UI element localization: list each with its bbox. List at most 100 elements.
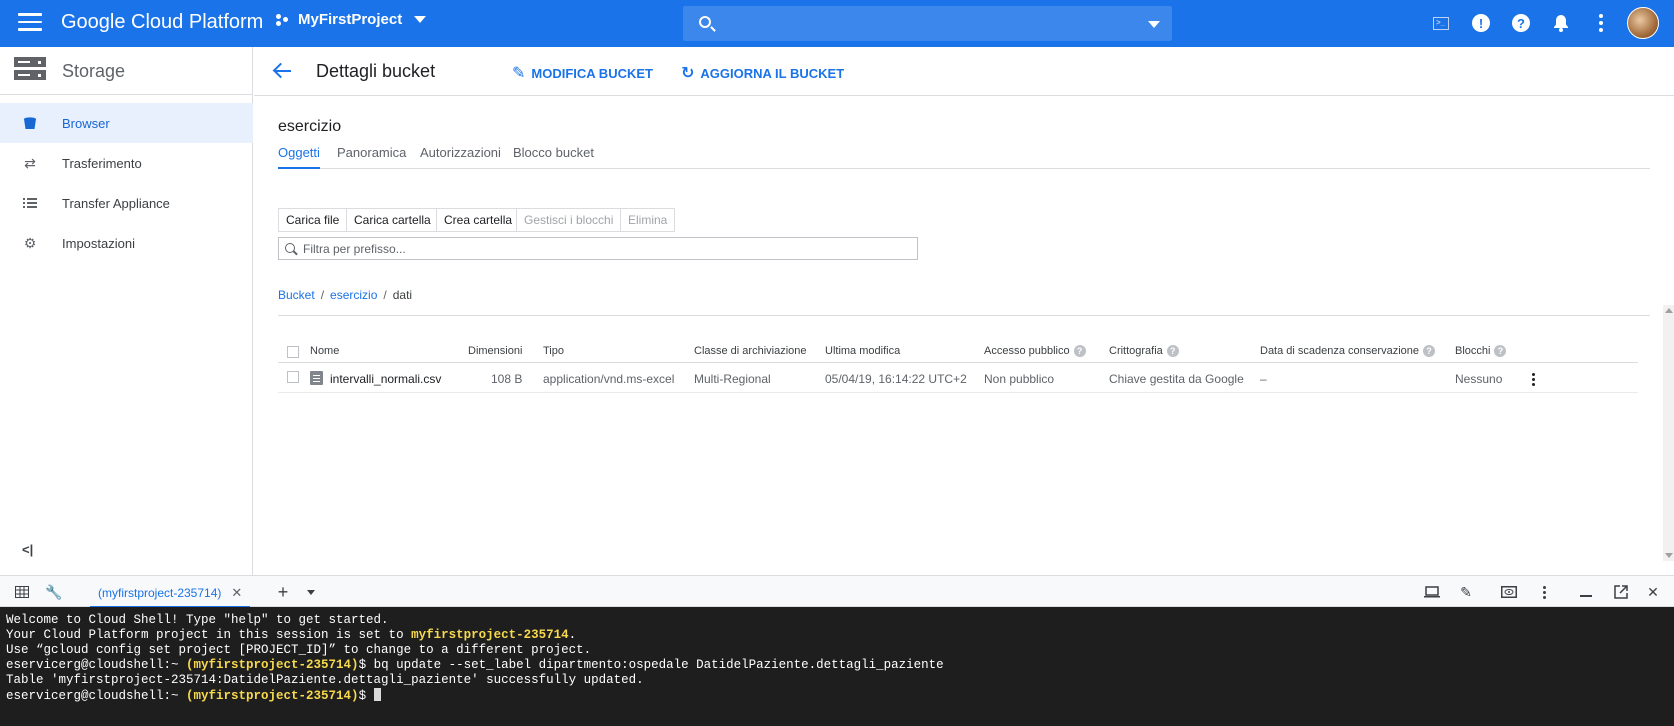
- terminal[interactable]: Welcome to Cloud Shell! Type "help" to g…: [0, 607, 1674, 726]
- tab-blocco-bucket[interactable]: Blocco bucket: [513, 139, 594, 169]
- vertical-scrollbar[interactable]: [1663, 305, 1674, 561]
- project-hub-icon: [276, 13, 290, 27]
- back-arrow-icon[interactable]: [272, 61, 294, 81]
- delete-button[interactable]: Elimina: [620, 208, 676, 232]
- cell-encryption: Chiave gestita da Google: [1109, 372, 1244, 386]
- edit-icon[interactable]: ✎: [1457, 583, 1475, 601]
- edit-bucket-label: MODIFICA BUCKET: [531, 65, 653, 81]
- terminal-cursor: [373, 688, 381, 701]
- avatar[interactable]: [1627, 7, 1659, 39]
- help-icon[interactable]: ?: [1510, 12, 1532, 34]
- close-icon[interactable]: ✕: [231, 585, 242, 601]
- upload-file-button[interactable]: Carica file: [278, 208, 348, 232]
- terminal-prompt-project: (myfirstproject-235714): [186, 658, 359, 672]
- row-more-icon[interactable]: [1532, 373, 1535, 386]
- laptop-icon[interactable]: [1423, 583, 1441, 601]
- row-checkbox[interactable]: [287, 371, 299, 383]
- select-all-checkbox[interactable]: [287, 346, 299, 358]
- edit-bucket-button[interactable]: ✎ MODIFICA BUCKET: [512, 63, 653, 83]
- web-preview-icon[interactable]: [1500, 583, 1518, 601]
- terminal-prompt-project: (myfirstproject-235714): [186, 689, 359, 703]
- breadcrumb-esercizio[interactable]: esercizio: [330, 288, 377, 302]
- close-shell-icon[interactable]: ✕: [1644, 583, 1662, 601]
- manage-locks-button[interactable]: Gestisci i blocchi: [516, 208, 622, 232]
- feedback-icon[interactable]: !: [1470, 12, 1492, 34]
- terminal-command: bq update --set_label dipartmento:ospeda…: [373, 658, 944, 672]
- swap-icon: ⇄: [24, 154, 36, 171]
- col-type[interactable]: Tipo: [543, 345, 564, 357]
- prefix-filter-input[interactable]: [303, 240, 903, 257]
- cell-size: 108 B: [491, 372, 523, 386]
- shell-tab-label: (myfirstproject-235714): [98, 586, 222, 600]
- chevron-down-icon[interactable]: [302, 583, 320, 601]
- list-icon: [22, 195, 38, 211]
- add-tab-icon[interactable]: +: [274, 582, 292, 602]
- breadcrumb-dati: dati: [392, 288, 413, 302]
- cell-name[interactable]: intervalli_normali.csv: [330, 372, 441, 386]
- more-vert-icon[interactable]: [1535, 583, 1553, 601]
- notifications-bell-icon[interactable]: [1550, 12, 1572, 34]
- scroll-down-icon[interactable]: [1665, 553, 1673, 558]
- open-new-window-icon[interactable]: [1612, 583, 1630, 601]
- cloud-shell-icon[interactable]: >_: [1430, 12, 1452, 34]
- terminal-line: Table 'myfirstproject-235714:DatidelPazi…: [6, 673, 644, 687]
- help-icon[interactable]: ?: [1494, 345, 1507, 357]
- shell-session-tab[interactable]: (myfirstproject-235714) ✕: [90, 580, 251, 608]
- sidebar-item-impostazioni[interactable]: ⚙ Impostazioni: [0, 223, 253, 263]
- col-encryption[interactable]: Crittografia?: [1109, 345, 1179, 357]
- project-selector[interactable]: MyFirstProject: [276, 11, 427, 28]
- breadcrumb-separator: /: [383, 288, 387, 302]
- help-icon[interactable]: ?: [1166, 345, 1179, 357]
- col-modified[interactable]: Ultima modifica: [825, 345, 900, 357]
- search-dropdown-icon[interactable]: [1148, 21, 1160, 28]
- col-size[interactable]: Dimensioni: [468, 345, 522, 357]
- col-public-access[interactable]: Accesso pubblico?: [984, 345, 1086, 357]
- pencil-icon: ✎: [512, 65, 526, 82]
- page-title: Dettagli bucket: [316, 61, 436, 81]
- wrench-icon[interactable]: 🔧: [45, 583, 63, 601]
- col-storage-class[interactable]: Classe di archiviazione: [694, 345, 807, 357]
- tab-oggetti[interactable]: Oggetti: [278, 139, 320, 169]
- sidebar: Storage Browser ⇄ Trasferimento Transfer…: [0, 47, 253, 575]
- sidebar-title: Storage: [62, 61, 126, 81]
- hamburger-menu-icon[interactable]: [18, 13, 42, 33]
- sidebar-item-browser[interactable]: Browser: [0, 103, 253, 143]
- sidebar-item-transfer-appliance[interactable]: Transfer Appliance: [0, 183, 253, 223]
- cloud-shell-toolbar: 🔧 (myfirstproject-235714) ✕ + ✎ ✕: [0, 575, 1674, 608]
- tab-autorizzazioni[interactable]: Autorizzazioni: [420, 139, 501, 169]
- col-holds[interactable]: Blocchi?: [1455, 345, 1507, 357]
- sidebar-item-trasferimento[interactable]: ⇄ Trasferimento: [0, 143, 253, 183]
- more-vert-icon[interactable]: [1590, 12, 1612, 34]
- terminal-line: Your Cloud Platform project in this sess…: [6, 628, 412, 642]
- scroll-up-icon[interactable]: [1665, 308, 1673, 313]
- breadcrumb: Bucket / esercizio / dati: [278, 288, 412, 302]
- cell-holds: Nessuno: [1455, 372, 1503, 386]
- help-icon[interactable]: ?: [1073, 345, 1086, 357]
- tab-panoramica[interactable]: Panoramica: [337, 139, 406, 169]
- table-row[interactable]: intervalli_normali.csv 108 B application…: [278, 364, 1638, 393]
- terminal-prompt-end: $: [358, 689, 374, 703]
- refresh-bucket-button[interactable]: ↻ AGGIORNA IL BUCKET: [681, 63, 844, 83]
- col-name[interactable]: Nome: [310, 345, 339, 357]
- col-retention[interactable]: Data di scadenza conservazione?: [1260, 345, 1435, 357]
- cell-modified: 05/04/19, 16:14:22 UTC+2: [825, 372, 967, 386]
- chevron-down-icon: [414, 16, 427, 23]
- breadcrumb-bucket[interactable]: Bucket: [278, 288, 315, 302]
- breadcrumb-separator: /: [320, 288, 325, 302]
- brand-title[interactable]: Google Cloud Platform: [61, 11, 263, 34]
- terminal-line: Welcome to Cloud Shell! Type "help" to g…: [6, 613, 389, 627]
- bucket-name: esercizio: [278, 118, 342, 135]
- keyboard-icon[interactable]: [13, 583, 31, 601]
- cell-public-access: Non pubblico: [984, 372, 1055, 386]
- collapse-sidebar-button[interactable]: <|: [22, 542, 33, 557]
- upload-folder-button[interactable]: Carica cartella: [346, 208, 439, 232]
- cell-type: application/vnd.ms-excel: [543, 372, 675, 386]
- search-input[interactable]: [683, 6, 1172, 41]
- page-header: Dettagli bucket ✎ MODIFICA BUCKET ↻ AGGI…: [254, 47, 1674, 96]
- gear-icon: ⚙: [23, 234, 37, 251]
- help-icon[interactable]: ?: [1422, 345, 1435, 357]
- minimize-icon[interactable]: [1577, 583, 1595, 601]
- refresh-bucket-label: AGGIORNA IL BUCKET: [700, 65, 845, 81]
- sidebar-item-label: Impostazioni: [62, 235, 135, 251]
- create-folder-button[interactable]: Crea cartella: [436, 208, 521, 232]
